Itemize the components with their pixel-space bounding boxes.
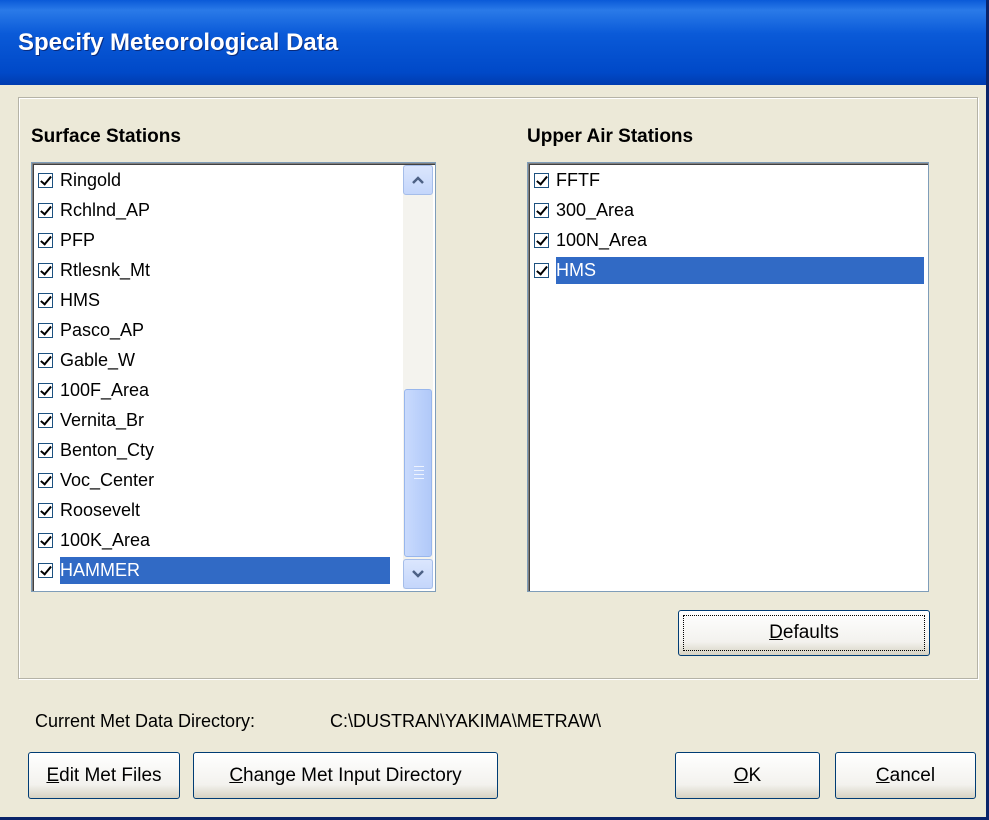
directory-value: C:\DUSTRAN\YAKIMA\METRAW\ — [330, 711, 602, 731]
list-item[interactable]: 300_Area — [534, 196, 637, 224]
list-item-label: Gable_W — [60, 349, 136, 370]
cancel-accel: C — [875, 764, 890, 786]
list-item-label: Voc_Center — [60, 469, 155, 490]
upper-air-stations-heading: Upper Air Stations — [527, 126, 694, 147]
checkmark-icon[interactable] — [38, 292, 53, 308]
list-item-label: Rtlesnk_Mt — [60, 259, 151, 280]
list-item-label: FFTF — [556, 169, 600, 190]
checkmark-icon[interactable] — [38, 382, 53, 398]
chevron-down-icon — [412, 570, 424, 578]
list-item[interactable]: Roosevelt — [38, 496, 143, 524]
selection-highlight — [556, 257, 924, 284]
checkmark-icon[interactable] — [534, 262, 549, 278]
change-met-input-directory-button[interactable]: Change Met Input Directory — [193, 752, 498, 799]
list-item[interactable]: HMS — [534, 256, 599, 284]
checkmark-icon[interactable] — [38, 172, 53, 188]
list-item-label: HMS — [60, 289, 100, 310]
list-item-label: Rchlnd_AP — [60, 199, 151, 220]
defaults-accel: D — [769, 622, 783, 643]
list-item[interactable]: 100N_Area — [534, 226, 650, 254]
list-item-label: 100F_Area — [60, 379, 150, 400]
list-item[interactable]: HMS — [38, 286, 103, 314]
ok-button[interactable]: OK — [675, 752, 820, 799]
scroll-up-button[interactable] — [403, 165, 433, 195]
list-item[interactable]: Ringold — [38, 166, 124, 194]
surface-stations-heading: Surface Stations — [31, 126, 181, 147]
scroll-down-button[interactable] — [403, 559, 433, 589]
chevron-up-icon — [412, 176, 424, 184]
list-item-label: 300_Area — [556, 199, 635, 220]
dialog-body: Surface Stations Upper Air Stations Ring… — [0, 85, 986, 817]
list-item[interactable]: Rchlnd_AP — [38, 196, 153, 224]
checkmark-icon[interactable] — [534, 202, 549, 218]
checkmark-icon[interactable] — [38, 532, 53, 548]
ok-label: K — [748, 764, 762, 786]
list-item[interactable]: PFP — [38, 226, 98, 254]
change-dir-accel: C — [229, 764, 244, 786]
title-bar[interactable]: Specify Meteorological Data — [0, 0, 986, 85]
checkmark-icon[interactable] — [38, 352, 53, 368]
edit-met-label: dit Met Files — [59, 764, 162, 786]
thumb-grip-line — [414, 466, 424, 467]
list-item[interactable]: 100K_Area — [38, 526, 153, 554]
list-item[interactable]: Benton_Cty — [38, 436, 157, 464]
list-item[interactable]: 100F_Area — [38, 376, 152, 404]
checkmark-icon[interactable] — [38, 202, 53, 218]
upper-air-stations-list[interactable]: FFTF 300_Area 100N_Area HMS — [527, 162, 929, 592]
directory-label: Current Met Data Directory: — [35, 711, 256, 731]
window-title: Specify Meteorological Data — [18, 28, 339, 56]
checkmark-icon[interactable] — [38, 232, 53, 248]
thumb-grip-line — [414, 470, 424, 471]
list-item-label: 100N_Area — [556, 229, 648, 250]
checkmark-icon[interactable] — [38, 562, 53, 578]
ok-accel: O — [733, 764, 749, 786]
list-item[interactable]: Pasco_AP — [38, 316, 147, 344]
edit-met-files-button[interactable]: Edit Met Files — [28, 752, 180, 799]
list-item-label: Ringold — [60, 169, 122, 190]
checkmark-icon[interactable] — [38, 412, 53, 428]
thumb-grip-line — [414, 474, 424, 475]
list-item[interactable]: FFTF — [534, 166, 603, 194]
list-item-label: 100K_Area — [60, 529, 151, 550]
thumb-grip-line — [414, 478, 424, 479]
list-item-label: Roosevelt — [60, 499, 141, 520]
checkmark-icon[interactable] — [534, 232, 549, 248]
list-item[interactable]: Gable_W — [38, 346, 138, 374]
surface-list-scrollbar[interactable] — [403, 165, 433, 589]
list-item-label: Vernita_Br — [60, 409, 145, 430]
list-item-label: HAMMER — [60, 559, 140, 580]
cancel-button[interactable]: Cancel — [835, 752, 976, 799]
checkmark-icon[interactable] — [534, 172, 549, 188]
checkmark-icon[interactable] — [38, 442, 53, 458]
surface-stations-list[interactable]: Ringold Rchlnd_AP PFP Rtlesnk_Mt HMS Pasco_AP… — [31, 162, 436, 592]
list-item-label: HMS — [556, 259, 596, 280]
list-item-label: Pasco_AP — [60, 319, 145, 340]
edit-met-accel: E — [46, 764, 60, 786]
list-item[interactable]: Vernita_Br — [38, 406, 147, 434]
scroll-thumb[interactable] — [404, 389, 432, 557]
list-item-label: Benton_Cty — [60, 439, 155, 460]
defaults-label: efaults — [782, 622, 839, 643]
change-dir-label: hange Met Input Directory — [243, 764, 462, 786]
list-item[interactable]: Rtlesnk_Mt — [38, 256, 153, 284]
list-item[interactable]: HAMMER — [38, 556, 143, 584]
checkmark-icon[interactable] — [38, 502, 53, 518]
list-item[interactable]: Voc_Center — [38, 466, 157, 494]
checkmark-icon[interactable] — [38, 322, 53, 338]
cancel-label: ancel — [889, 764, 936, 786]
dialog-window: Specify Meteorological Data Surface Stat… — [0, 0, 989, 820]
checkmark-icon[interactable] — [38, 472, 53, 488]
checkmark-icon[interactable] — [38, 262, 53, 278]
defaults-button[interactable]: Defaults — [678, 610, 930, 656]
list-item-label: PFP — [60, 229, 96, 250]
stations-group: Surface Stations Upper Air Stations Ring… — [18, 97, 978, 679]
